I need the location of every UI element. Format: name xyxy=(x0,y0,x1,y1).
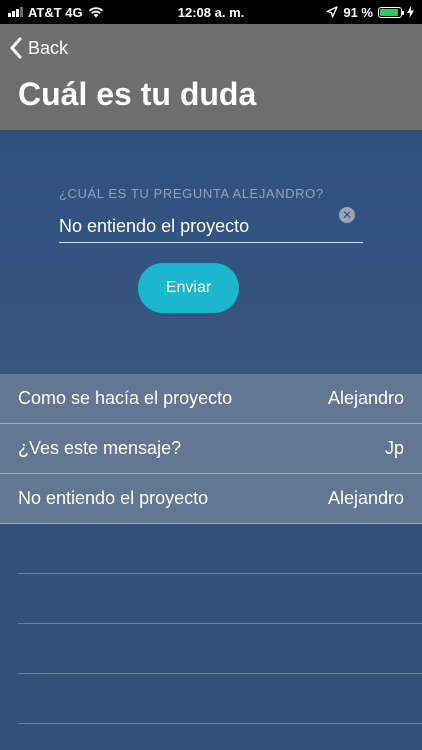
question-text: ¿Ves este mensaje? xyxy=(18,438,182,458)
navigation-header: Back Cuál es tu duda xyxy=(0,24,422,130)
list-item[interactable]: Como se hacía el proyecto Alejandro xyxy=(0,374,422,424)
battery-fill xyxy=(380,8,399,16)
empty-row-separator xyxy=(18,674,422,724)
question-text: Como se hacía el proyecto xyxy=(18,388,233,408)
question-list: Como se hacía el proyecto Alejandro ¿Ves… xyxy=(0,374,422,724)
question-text: No entiendo el proyecto xyxy=(18,488,209,508)
question-form: ¿CUÁL ES TU PREGUNTA ALEJANDRO? ✕ Enviar xyxy=(0,130,422,374)
empty-row-separator xyxy=(18,524,422,574)
question-input[interactable] xyxy=(59,210,363,243)
charging-bolt-icon xyxy=(407,6,414,18)
back-button[interactable]: Back xyxy=(10,34,68,62)
status-right: 91 % xyxy=(326,0,414,24)
list-item[interactable]: ¿Ves este mensaje? Jp xyxy=(0,424,422,474)
list-item[interactable]: No entiendo el proyecto Alejandro xyxy=(0,474,422,524)
status-bar: AT&T 4G 12:08 a. m. 91 % xyxy=(0,0,422,24)
question-label: ¿CUÁL ES TU PREGUNTA ALEJANDRO? xyxy=(59,186,324,201)
question-author: Alejandro xyxy=(327,488,404,508)
question-author: Alejandro xyxy=(327,388,404,408)
send-button[interactable]: Enviar xyxy=(138,263,239,313)
empty-row-separator xyxy=(18,574,422,624)
question-author: Jp xyxy=(384,438,404,458)
back-label: Back xyxy=(28,37,69,58)
empty-row-separator xyxy=(18,624,422,674)
location-arrow-icon xyxy=(326,6,339,18)
battery-icon xyxy=(378,6,404,18)
chevron-left-icon xyxy=(10,37,22,59)
battery-percent: 91 % xyxy=(343,4,373,20)
page-title: Cuál es tu duda xyxy=(18,76,257,112)
clear-icon[interactable]: ✕ xyxy=(339,207,355,223)
